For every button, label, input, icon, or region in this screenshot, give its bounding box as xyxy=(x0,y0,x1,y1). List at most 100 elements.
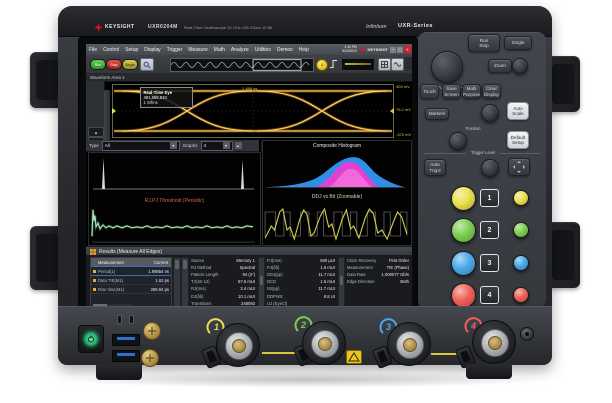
model-number: UXR0204M xyxy=(148,24,178,30)
trigger-source-indicator[interactable]: 1 xyxy=(316,58,328,71)
expand-up-button[interactable]: ▲ xyxy=(234,142,242,149)
power-button[interactable] xyxy=(78,325,104,353)
menu-utilities[interactable]: Utilities xyxy=(252,47,274,53)
measurement-table[interactable]: Measurement Current Period(1) 1.99854 ns… xyxy=(90,257,172,311)
default-setup-button[interactable]: Default Setup xyxy=(507,131,529,149)
channel3-offset-knob[interactable] xyxy=(513,255,529,271)
divider xyxy=(424,153,466,154)
ground-terminal[interactable] xyxy=(129,315,134,324)
touch-button[interactable]: Touch xyxy=(420,84,439,99)
measurement-name: Period(1) xyxy=(98,268,116,274)
stop-button[interactable]: Stop xyxy=(106,59,122,70)
channel4-scale-knob[interactable] xyxy=(451,283,476,308)
y-axis-bottom-label: -370 mV xyxy=(396,132,412,137)
eye-diagram-panel[interactable]: Real-Time Eye 491,656,910 1 Wfms 1.488 n… xyxy=(112,84,394,138)
channel1-offset-knob[interactable] xyxy=(513,190,529,206)
results-vscrollbar[interactable] xyxy=(338,257,345,311)
channel2-scale-knob[interactable] xyxy=(451,218,476,243)
run-button[interactable]: Run xyxy=(90,59,106,70)
param-value: 11.7 mUI xyxy=(318,286,335,292)
minimize-button[interactable]: − xyxy=(390,46,396,53)
composite-histogram-panel[interactable]: Composite Histogram DDJ vs Bit (Zoomable… xyxy=(262,140,412,246)
results-vscrollbar[interactable] xyxy=(173,257,181,311)
channel1-button[interactable]: 1 xyxy=(480,189,499,207)
single-button[interactable]: Single xyxy=(122,59,138,70)
table-row[interactable]: Rise time(M1) 268.94 ps xyxy=(91,285,171,294)
channel2-offset-knob[interactable] xyxy=(513,222,529,238)
param-value: 1.5 mUI xyxy=(320,279,335,285)
horizontal-summary-strip[interactable] xyxy=(170,57,314,72)
channel1-scale-knob[interactable] xyxy=(451,186,476,211)
results-vscrollbar[interactable] xyxy=(181,257,189,311)
menu-setup[interactable]: Setup xyxy=(122,47,141,53)
results-vscrollbar[interactable] xyxy=(258,257,265,311)
menu-analyze[interactable]: Analyze xyxy=(228,47,252,53)
channel2-button[interactable]: 2 xyxy=(480,221,499,239)
series-name: UXR-Series xyxy=(398,23,433,29)
tie-histogram-panel[interactable]: RJ,PJ Threshold (Periodic) xyxy=(88,152,261,246)
menu-trigger[interactable]: Trigger xyxy=(164,47,186,53)
channel4-input-connector[interactable] xyxy=(472,320,516,364)
markers-button[interactable]: Markers xyxy=(425,108,449,120)
usb-port[interactable] xyxy=(112,350,140,362)
channel1-input-connector[interactable] xyxy=(216,323,260,367)
single-button[interactable]: Single xyxy=(504,36,532,50)
measurement-color-swatch xyxy=(93,269,96,273)
table-row[interactable]: Period(1) 1.99854 ns xyxy=(91,266,171,276)
channel3-button[interactable]: 3 xyxy=(480,254,499,272)
auto-scale-button[interactable]: Auto Scale xyxy=(507,102,529,120)
channel4-offset-knob[interactable] xyxy=(513,287,529,303)
param-key: DCD xyxy=(267,279,277,285)
multi-purpose-button[interactable]: Multi Purpose xyxy=(462,84,481,99)
display-mode-button[interactable] xyxy=(391,58,404,71)
jitter-params-section-b: PJ(rms) 600 µUI PJ(δδ) 1.6 mUI DDJ(pp) 11.7… xyxy=(267,257,335,307)
trigger-in-jack[interactable] xyxy=(520,327,534,341)
position-knob[interactable] xyxy=(449,132,467,150)
run-stop-button[interactable]: Run Stop xyxy=(468,34,500,52)
channel3-input-connector[interactable] xyxy=(387,322,431,366)
markers-knob[interactable] xyxy=(481,104,499,122)
channel3-scale-knob[interactable] xyxy=(451,251,476,276)
menu-math[interactable]: Math xyxy=(211,47,228,53)
graph-controls-row: Type All ▼ Graphs 4 ▼ ▲ xyxy=(86,140,259,152)
scroll-up-button[interactable]: ▲ xyxy=(88,127,104,137)
horizontal-position-knob[interactable] xyxy=(512,58,528,74)
param-value: 1.6 mUI xyxy=(320,265,335,271)
waveform-vertical-tab[interactable] xyxy=(104,90,110,147)
wave-icon xyxy=(394,62,401,67)
horizontal-scale-knob[interactable] xyxy=(431,51,463,83)
zoom-button[interactable]: Zoom xyxy=(488,59,512,73)
menu-measure[interactable]: Measure xyxy=(185,47,210,53)
maximize-button[interactable]: □ xyxy=(397,46,403,53)
menu-demos[interactable]: Demos xyxy=(274,47,296,53)
menu-file[interactable]: File xyxy=(86,47,100,53)
table-row[interactable]: Data TIE(M1) 1.62 ps xyxy=(91,276,171,285)
graphs-dropdown[interactable]: 4 ▼ xyxy=(200,140,233,151)
grid-layout-button[interactable] xyxy=(378,58,391,71)
usb-port[interactable] xyxy=(112,334,140,346)
trigger-level-knob[interactable] xyxy=(481,159,499,177)
waveform-area-tab[interactable]: Waveform Area 1 xyxy=(86,75,125,80)
param-value: 8.8 UI xyxy=(323,293,335,299)
zoom-tool-button[interactable] xyxy=(140,58,154,71)
col-current: Current xyxy=(154,259,168,265)
menu-help[interactable]: Help xyxy=(296,47,312,53)
channel4-button[interactable]: 4 xyxy=(480,286,499,304)
eye-sidebar: ▲ ▼ xyxy=(86,81,105,175)
channel2-input-connector[interactable] xyxy=(302,321,346,365)
keysight-spark-icon xyxy=(94,23,103,32)
cal-out-connector[interactable] xyxy=(143,322,161,340)
probe-comp-terminal[interactable] xyxy=(117,315,122,324)
close-button[interactable]: × xyxy=(404,46,411,53)
trigger-quickset-pad[interactable] xyxy=(508,158,530,176)
connector-panel: 1 2 3 4 xyxy=(58,306,552,370)
param-key: PJ(rms) xyxy=(267,258,282,264)
auto-trigd-button[interactable]: Auto Trig'd xyxy=(424,159,446,176)
param-value: Memory 1 xyxy=(236,258,255,264)
type-dropdown[interactable]: All ▼ xyxy=(101,140,180,151)
clear-display-button[interactable]: Clear Display xyxy=(482,84,501,99)
save-screen-button[interactable]: Save Screen xyxy=(442,84,461,99)
menu-control[interactable]: Control xyxy=(100,47,122,53)
menu-display[interactable]: Display xyxy=(141,47,163,53)
aux-out-connector[interactable] xyxy=(141,349,159,367)
